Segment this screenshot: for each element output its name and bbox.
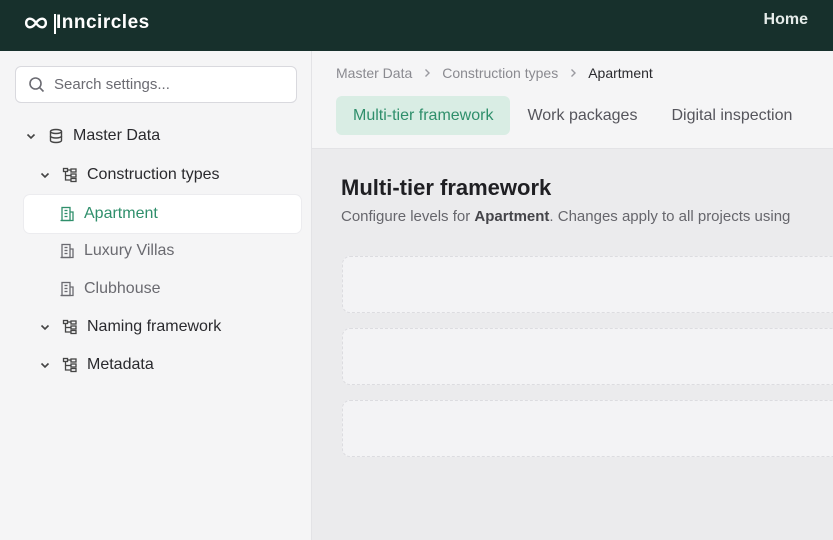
building-icon [58,242,76,260]
tree-structure-icon [61,356,79,374]
tree-item-label: Construction types [87,166,220,183]
tab-multi-tier-framework[interactable]: Multi-tier framework [336,96,511,135]
chevron-down-icon[interactable] [38,168,52,182]
tab-work-packages[interactable]: Work packages [510,96,654,135]
infinity-logo-icon [24,11,48,35]
description-prefix: Configure levels for [341,208,475,225]
main-content: Master Data Construction types Apartment… [312,51,833,540]
database-icon [47,127,65,145]
tree-item-naming-framework[interactable]: Naming framework [38,309,221,345]
tab-bar: Multi-tier framework Work packages Digit… [336,96,809,135]
chevron-right-icon [568,68,578,78]
building-icon [58,280,76,298]
brand[interactable]: Inncircles [24,11,150,35]
tree-item-luxury-villas[interactable]: Luxury Villas [24,233,301,269]
tree-item-label: Apartment [84,205,158,222]
search-input[interactable] [54,76,284,93]
tree-item-apartment[interactable]: Apartment [24,195,301,233]
search-icon [28,76,46,94]
search-box[interactable] [15,66,297,103]
tree-item-label: Master Data [73,127,161,144]
tree-item-label: Luxury Villas [84,242,175,259]
page-description: Configure levels for Apartment. Changes … [341,208,790,225]
text-cursor [54,14,56,34]
nav-home-link[interactable]: Home [764,11,808,29]
chevron-down-icon[interactable] [24,129,38,143]
level-card-placeholder [342,400,833,457]
tree-structure-icon [61,318,79,336]
top-bar: Inncircles Home [0,0,833,51]
content-header: Master Data Construction types Apartment… [312,51,833,149]
tree-item-label: Naming framework [87,318,222,335]
breadcrumb-construction-types[interactable]: Construction types [442,65,558,81]
tree-structure-icon [61,166,79,184]
level-card-placeholder [342,256,833,313]
tree-item-metadata[interactable]: Metadata [38,347,154,383]
chevron-down-icon[interactable] [38,320,52,334]
level-card-placeholder [342,328,833,385]
description-entity: Apartment [474,208,550,225]
settings-sidebar: Master Data Construction types Apartment… [0,51,312,540]
page-title: Multi-tier framework [341,175,552,200]
breadcrumb: Master Data Construction types Apartment [336,65,653,81]
brand-name: Inncircles [54,12,150,34]
tab-digital-inspection[interactable]: Digital inspection [654,96,809,135]
tree-item-label: Clubhouse [84,280,161,297]
description-suffix: . Changes apply to all projects using [549,208,791,225]
brand-name-text: Inncircles [56,12,150,33]
building-icon [58,205,76,223]
chevron-down-icon[interactable] [38,358,52,372]
chevron-right-icon [422,68,432,78]
tree-item-clubhouse[interactable]: Clubhouse [24,271,301,307]
breadcrumb-current: Apartment [588,65,653,81]
tree-item-label: Metadata [87,356,154,373]
breadcrumb-master-data[interactable]: Master Data [336,65,412,81]
tree-item-construction-types[interactable]: Construction types [38,157,220,193]
tree-item-master-data[interactable]: Master Data [24,118,160,154]
